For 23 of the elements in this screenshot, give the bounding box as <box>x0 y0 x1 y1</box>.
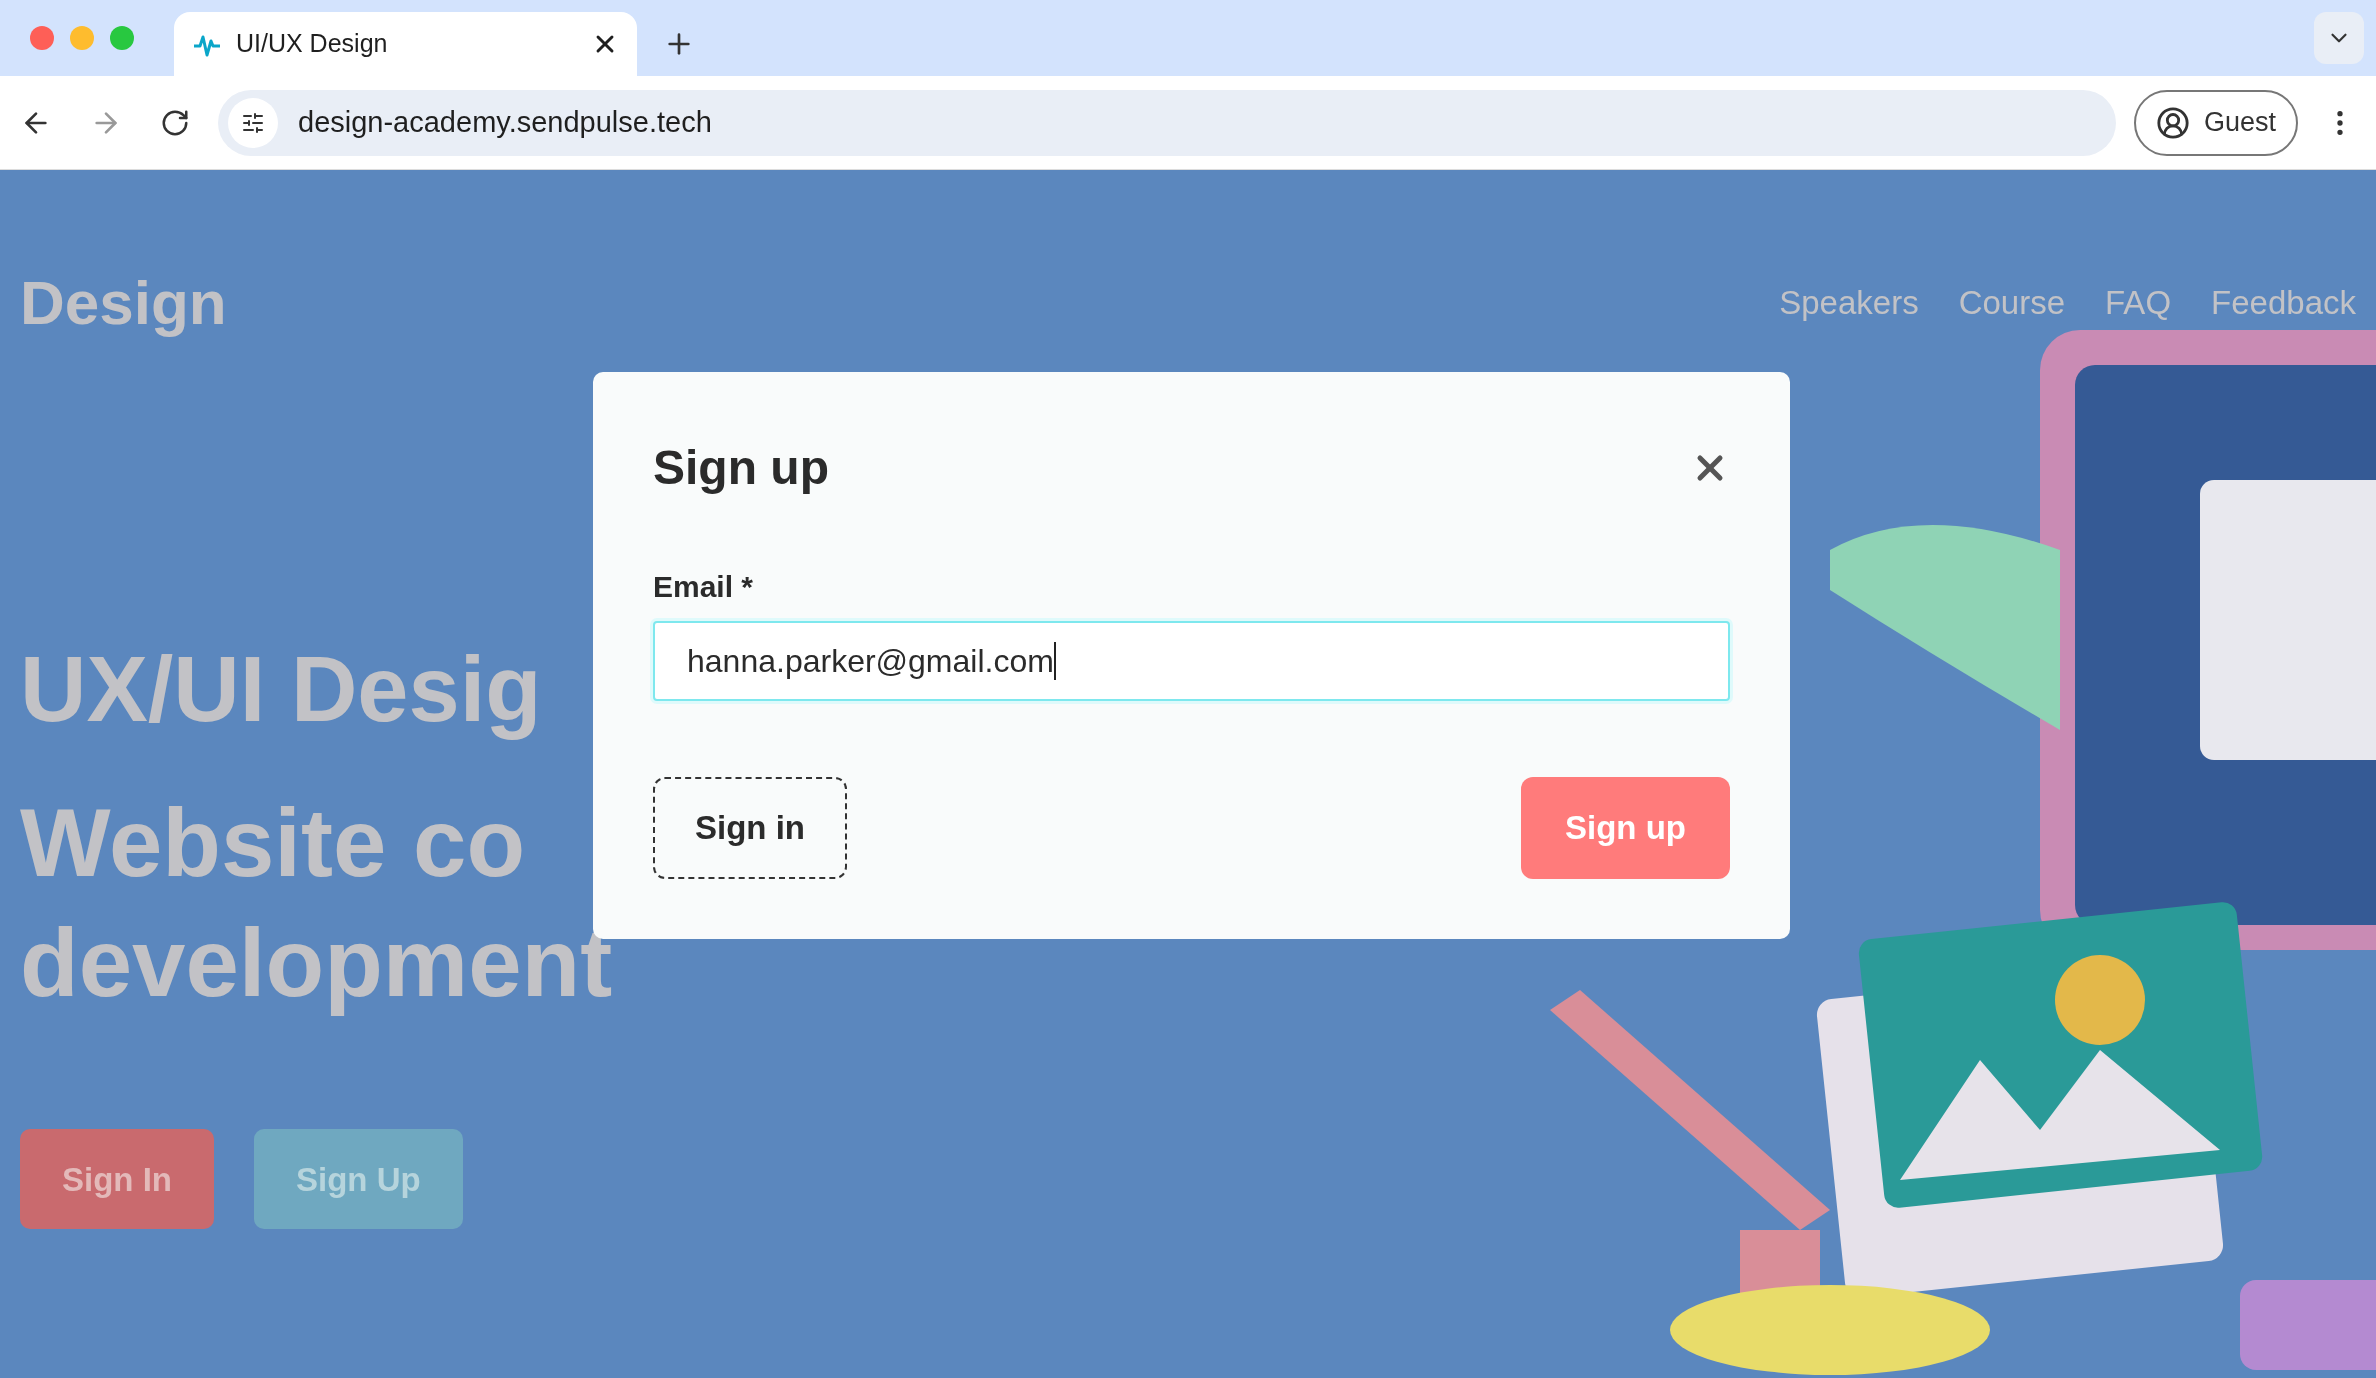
hero-button[interactable]: Sign Up <box>254 1129 463 1230</box>
site-settings-button[interactable] <box>228 97 278 148</box>
email-input-field[interactable]: hanna.parker@gmail.com <box>653 621 1730 701</box>
nav-link[interactable]: Feedback <box>2211 277 2356 328</box>
hero-heading: UX/UI Desig <box>20 639 542 741</box>
address-bar[interactable]: design-academy.sendpulse.tech <box>218 89 2116 156</box>
url-text: design-academy.sendpulse.tech <box>298 104 712 140</box>
sign-up-button[interactable]: Sign up <box>1521 777 1730 879</box>
profile-button[interactable]: Guest <box>2133 89 2298 156</box>
tab-title: UI/UX Design <box>236 28 389 60</box>
nav-link[interactable]: Speakers <box>1779 277 1919 328</box>
nav-link[interactable]: Course <box>1958 277 2066 328</box>
user-icon <box>2155 105 2190 140</box>
field-label: Email * <box>653 569 755 605</box>
modal-title: Sign up <box>653 440 829 496</box>
sign-in-button[interactable]: Sign in <box>653 777 847 879</box>
hero-heading: Website co <box>20 790 526 896</box>
nav-link[interactable]: FAQ <box>2105 277 2172 328</box>
hero-button[interactable]: Sign In <box>20 1129 214 1230</box>
browser-tab[interactable]: UI/UX Design <box>174 12 637 76</box>
sliders-icon <box>241 110 265 135</box>
site-logo[interactable]: Design <box>20 256 227 349</box>
hero-heading: development <box>20 909 613 1016</box>
